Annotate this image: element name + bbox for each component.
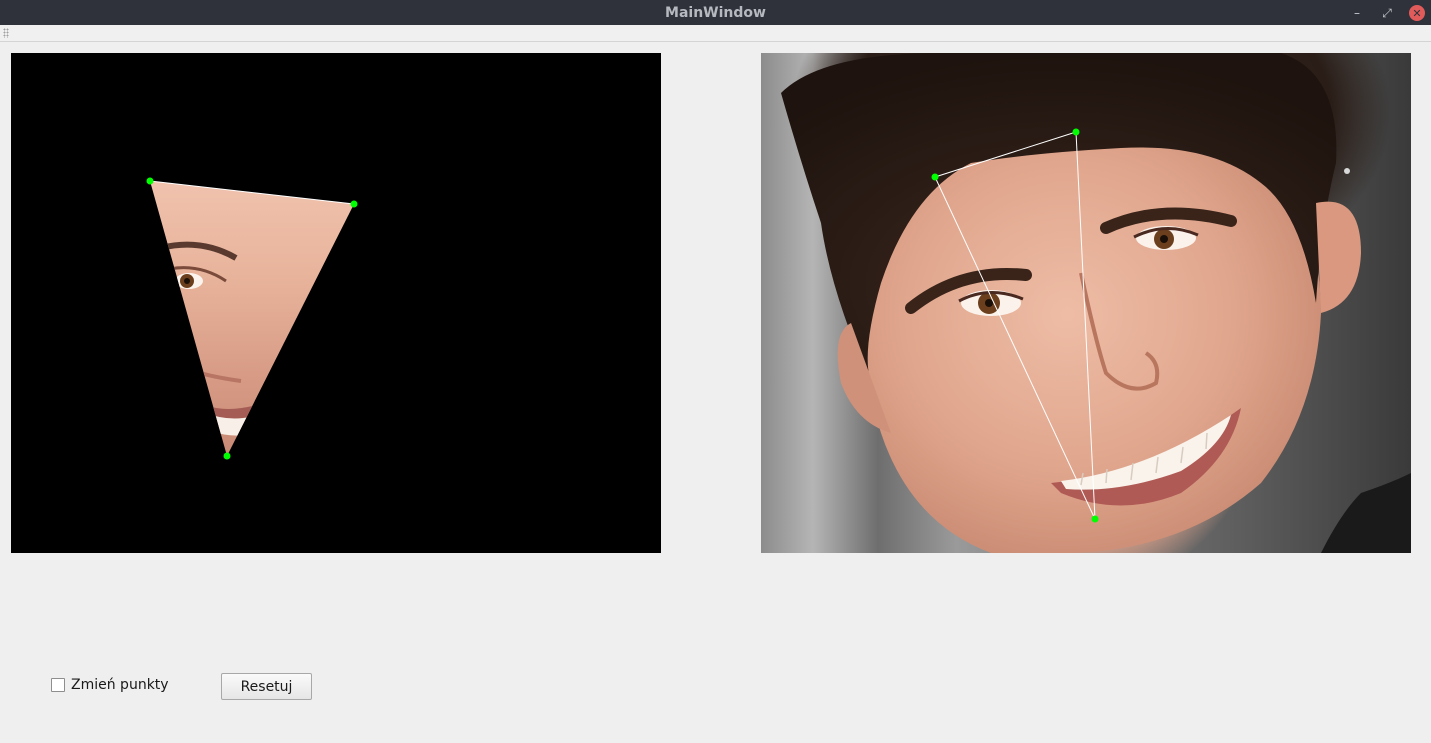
warped-triangle xyxy=(150,181,354,456)
checkbox-box-icon[interactable] xyxy=(51,678,65,692)
point-marker[interactable] xyxy=(146,177,154,185)
change-points-checkbox[interactable]: Zmień punkty xyxy=(51,677,169,693)
reset-button[interactable]: Resetuj xyxy=(221,673,312,700)
point-marker[interactable] xyxy=(931,173,939,181)
window-controls: – ⤢ ✕ xyxy=(1349,5,1425,21)
source-face-canvas xyxy=(781,53,1411,553)
point-marker[interactable] xyxy=(223,452,231,460)
close-icon[interactable]: ✕ xyxy=(1409,5,1425,21)
toolbar-grip-icon[interactable] xyxy=(3,28,9,38)
point-marker[interactable] xyxy=(350,200,358,208)
toolbar xyxy=(0,25,1431,42)
warped-image-view[interactable] xyxy=(11,53,661,553)
checkbox-label: Zmień punkty xyxy=(71,677,169,693)
point-marker[interactable] xyxy=(1091,515,1099,523)
title-bar: MainWindow – ⤢ ✕ xyxy=(0,0,1431,25)
controls-row: Zmień punkty Resetuj xyxy=(0,672,1431,702)
source-image-view[interactable] xyxy=(761,53,1411,553)
point-marker[interactable] xyxy=(1072,128,1080,136)
minimize-icon[interactable]: – xyxy=(1349,5,1365,21)
warped-triangle-canvas xyxy=(146,177,358,460)
window-title: MainWindow xyxy=(665,4,766,21)
maximize-icon[interactable]: ⤢ xyxy=(1379,5,1395,21)
